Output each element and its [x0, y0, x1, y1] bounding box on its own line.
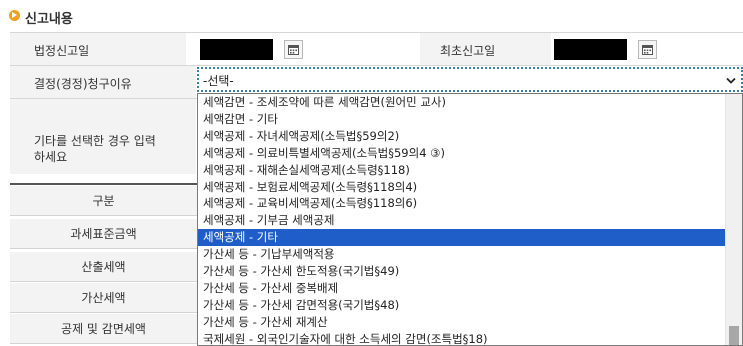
dropdown-option[interactable]: 세액공제 - 보험료세액공제(소득령§118의4) [198, 179, 731, 196]
calendar-icon[interactable] [284, 40, 303, 59]
dropdown-option[interactable]: 세액공제 - 의료비특별세액공제(소득법§59의4 ③) [198, 145, 731, 162]
reason-select-value: -선택- [203, 74, 234, 88]
reason-dropdown-list[interactable]: 세액감면 - 조세조약에 따른 세액감면(원어민 교사) 세액감면 - 기타 세액공… [197, 93, 743, 346]
table-top-border [10, 183, 197, 185]
table-row-header: 구분 [10, 186, 197, 216]
dropdown-option[interactable]: 세액공제 - 자녀세액공제(소득법§59의2) [198, 128, 731, 145]
dropdown-option[interactable]: 가산세 등 - 가산세 감면적용(국기법§48) [198, 297, 731, 314]
reason-label: 결정(경정)청구이유 [34, 77, 132, 91]
table-row: 공제 및 감면세액 [10, 314, 197, 344]
first-filing-date-field[interactable] [554, 39, 627, 60]
table-row: 산출세액 [10, 252, 197, 282]
section-bullet-icon [9, 10, 20, 21]
dropdown-option[interactable]: 세액공제 - 교육비세액공제(소득령§118의6) [198, 195, 731, 212]
filing-date-label: 법정신고일 [34, 44, 90, 58]
dropdown-scrollbar[interactable] [725, 94, 742, 345]
reason-select[interactable] [197, 67, 743, 92]
chevron-down-icon[interactable] [726, 74, 736, 88]
table-row: 가산세액 [10, 283, 197, 313]
dropdown-option[interactable]: 가산세 등 - 가산세 한도적용(국기법§49) [198, 263, 731, 280]
dropdown-option[interactable]: 세액공제 - 재해손실세액공제(소득령§118) [198, 162, 731, 179]
dropdown-option[interactable]: 가산세 등 - 가산세 재계산 [198, 314, 731, 331]
table-row: 과세표준금액 [10, 219, 197, 249]
dropdown-option[interactable]: 가산세 등 - 가산세 중복배제 [198, 280, 731, 297]
first-filing-label: 최초신고일 [440, 44, 496, 58]
dropdown-option-selected[interactable]: 세액공제 - 기타 [198, 229, 731, 247]
dropdown-option[interactable]: 국제세원 - 외국인기술자에 대한 소득세의 감면(조특법§18) [198, 331, 731, 345]
dropdown-option[interactable]: 세액감면 - 조세조약에 따른 세액감면(원어민 교사) [198, 94, 731, 111]
filing-date-field[interactable] [200, 39, 273, 60]
dropdown-option[interactable]: 가산세 등 - 기납부세액적용 [198, 246, 731, 263]
dropdown-option[interactable]: 세액감면 - 기타 [198, 111, 731, 128]
dropdown-option[interactable]: 세액공제 - 기부금 세액공제 [198, 212, 731, 229]
calendar-icon[interactable] [638, 40, 657, 59]
scrollbar-thumb[interactable] [729, 326, 739, 345]
section-title: 신고내용 [25, 12, 73, 27]
other-reason-label: 기타를 선택한 경우 입력 하세요 [34, 134, 156, 164]
